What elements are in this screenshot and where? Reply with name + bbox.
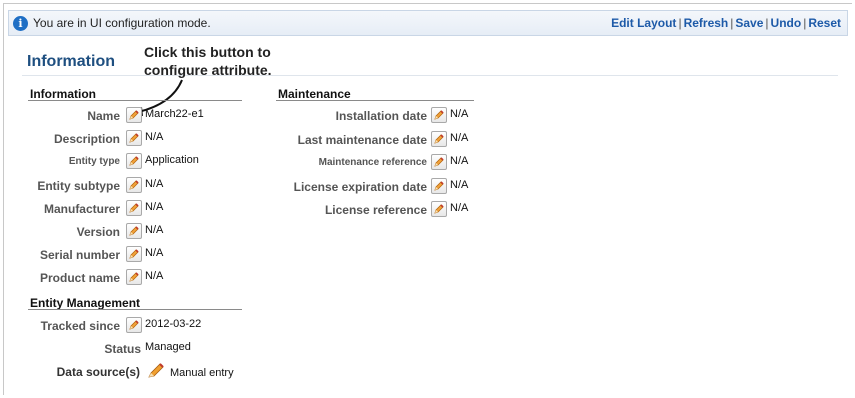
- field-value: March22-e1: [145, 108, 204, 120]
- field-value: N/A: [145, 270, 164, 283]
- edit-icon: [129, 203, 139, 213]
- edit-icon: [434, 110, 444, 120]
- field-label: License reference: [324, 203, 427, 217]
- field-row: Maintenance reference N/A: [0, 154, 468, 172]
- callout-line-1: Click this button to: [144, 44, 271, 60]
- refresh-link[interactable]: Refresh: [684, 16, 729, 30]
- entity-management-heading: Entity Management: [30, 296, 141, 310]
- field-value: N/A: [450, 155, 469, 167]
- field-row: License reference N/A: [0, 201, 468, 219]
- field-label: Last maintenance date: [297, 132, 427, 147]
- field-label: Data source(s): [56, 365, 140, 379]
- info-icon: i: [13, 16, 28, 31]
- field-label: Description: [53, 132, 120, 147]
- field-value: Manual entry: [170, 367, 234, 379]
- field-row: Product name N/A: [0, 269, 163, 287]
- field-row: Serial number N/A: [0, 246, 163, 264]
- field-label: License expiration date: [293, 179, 427, 194]
- edit-attribute-button[interactable]: [126, 199, 142, 216]
- config-mode-message: You are in UI configuration mode.: [33, 16, 211, 30]
- field-row: Installation date N/A: [0, 107, 468, 125]
- entity-management-rule: [28, 309, 242, 310]
- field-label: Installation date: [335, 109, 427, 123]
- edit-attribute-button[interactable]: [431, 201, 447, 217]
- field-label: Manufacturer: [43, 201, 120, 216]
- information-section-rule: [28, 100, 242, 101]
- edit-attribute-button[interactable]: [126, 107, 142, 123]
- edit-attribute-button[interactable]: [431, 154, 447, 170]
- pencil-icon: [148, 363, 164, 378]
- config-mode-bar: i You are in UI configuration mode. Edit…: [8, 10, 848, 36]
- edit-attribute-button[interactable]: [431, 130, 447, 147]
- field-value: 2012-03-22: [145, 318, 202, 330]
- field-label: Version: [76, 225, 120, 239]
- field-value: N/A: [145, 131, 164, 144]
- edit-icon: [129, 226, 139, 236]
- save-link[interactable]: Save: [735, 16, 763, 30]
- undo-link[interactable]: Undo: [771, 16, 802, 30]
- callout-line-2: configure attribute.: [144, 62, 272, 78]
- edit-icon: [434, 180, 444, 191]
- field-value: N/A: [450, 178, 469, 191]
- edit-icon: [129, 272, 139, 283]
- edit-icon: [129, 110, 139, 120]
- field-label: Tracked since: [40, 319, 120, 333]
- field-label: Serial number: [39, 248, 120, 263]
- field-label: Maintenance reference: [318, 157, 427, 168]
- field-value: Application: [145, 154, 199, 167]
- field-row: Tracked since 2012-03-22: [0, 317, 201, 335]
- field-value: N/A: [450, 108, 469, 120]
- edit-attribute-button[interactable]: [431, 107, 447, 123]
- maintenance-section-rule: [276, 100, 474, 101]
- field-label: Status: [104, 342, 141, 356]
- field-value: N/A: [145, 247, 164, 260]
- information-section-heading: Information: [30, 87, 96, 101]
- edit-attribute-button[interactable]: [126, 153, 142, 170]
- edit-attribute-button[interactable]: [126, 176, 142, 193]
- edit-attribute-button[interactable]: [126, 223, 142, 239]
- field-label: Name: [87, 109, 120, 123]
- edit-icon: [434, 133, 444, 144]
- edit-icon: [129, 180, 139, 190]
- field-value: N/A: [145, 200, 164, 213]
- field-value: N/A: [145, 177, 164, 190]
- separator: |: [765, 16, 769, 30]
- edit-attribute-button[interactable]: [126, 130, 142, 147]
- field-value: N/A: [145, 224, 164, 236]
- field-label: Entity subtype: [37, 178, 120, 193]
- field-row: Last maintenance date N/A: [0, 130, 468, 149]
- edit-icon: [129, 320, 139, 330]
- maintenance-section-heading: Maintenance: [278, 87, 351, 101]
- separator: |: [678, 16, 682, 30]
- annotation-callout: Click this button to configure attribute…: [144, 43, 272, 79]
- edit-icon: [434, 157, 444, 167]
- field-label: Entity type: [68, 156, 120, 168]
- edit-attribute-button[interactable]: [431, 177, 447, 194]
- config-actions: Edit Layout | Refresh | Save | Undo | Reset: [611, 16, 841, 30]
- edit-icon: [434, 204, 444, 214]
- edit-attribute-button[interactable]: [126, 317, 142, 333]
- panel-title: Information: [27, 53, 115, 70]
- field-value: Managed: [145, 341, 191, 353]
- field-row: Status Managed: [0, 340, 191, 358]
- field-row: License expiration date N/A: [0, 177, 468, 196]
- reset-link[interactable]: Reset: [808, 16, 841, 30]
- field-row: Version N/A: [0, 223, 163, 241]
- edit-attribute-button[interactable]: [126, 269, 142, 286]
- field-label: Product name: [39, 271, 120, 286]
- edit-icon: [129, 156, 139, 167]
- edit-layout-link[interactable]: Edit Layout: [611, 16, 676, 30]
- field-value: N/A: [450, 131, 469, 144]
- edit-attribute-button[interactable]: [126, 246, 142, 263]
- edit-icon: [129, 249, 139, 259]
- field-value: N/A: [450, 202, 469, 214]
- edit-icon: [129, 133, 139, 143]
- field-row: Data source(s) Manual entry: [0, 363, 234, 381]
